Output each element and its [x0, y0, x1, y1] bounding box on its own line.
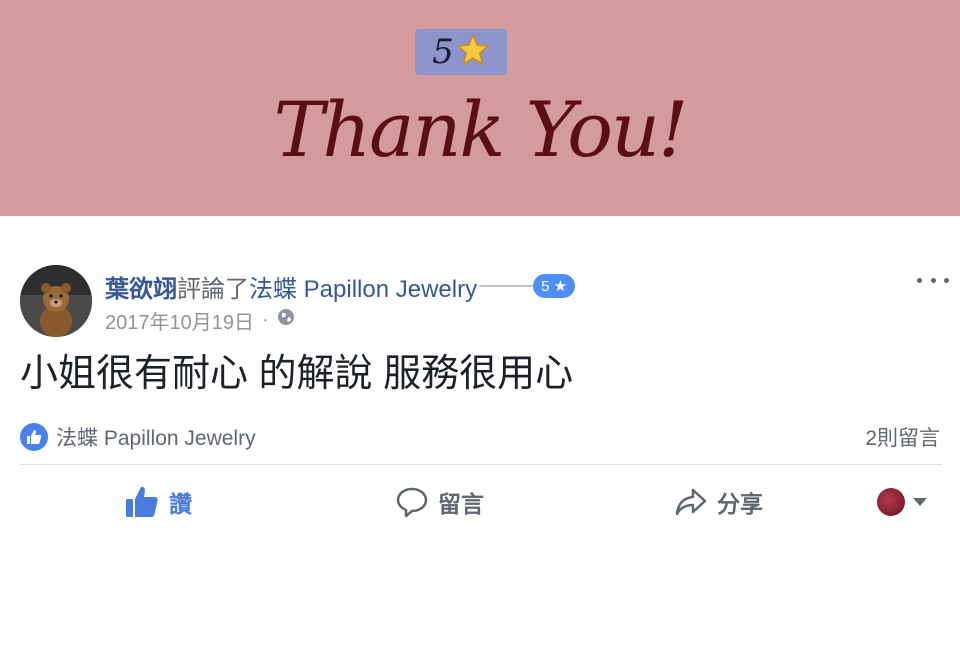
like-button[interactable]: 讚	[125, 480, 192, 524]
post-date-link[interactable]: 2017年10月19日	[105, 306, 254, 335]
thumbs-up-icon	[126, 486, 158, 517]
share-label: 分享	[717, 491, 763, 517]
reaction-summary[interactable]: 法蝶 Papillon Jewelry	[20, 421, 256, 453]
rating-connector	[479, 285, 534, 287]
comment-icon	[396, 487, 428, 518]
liked-by-name: 法蝶 Papillon Jewelry	[56, 427, 256, 450]
star-icon	[456, 32, 490, 72]
review-action-text: 評論了	[177, 275, 249, 303]
comment-button[interactable]: 留言	[396, 480, 484, 524]
caret-down-icon	[913, 498, 927, 506]
globe-icon[interactable]	[277, 308, 295, 332]
page-identity-selector[interactable]	[877, 487, 927, 517]
thumbs-up-icon	[20, 423, 48, 451]
review-card: 5 Thank You! 葉欲翊 評論了 法蝶 Papillon Jewelry…	[0, 0, 960, 655]
like-label: 讚	[169, 491, 192, 517]
meta-separator: ·	[261, 308, 269, 331]
comment-count-link[interactable]: 2則留言	[865, 421, 940, 453]
reviewer-avatar[interactable]	[20, 265, 92, 337]
dot-icon	[944, 277, 949, 283]
author-name-link[interactable]: 葉欲翊	[105, 269, 177, 304]
page-name-link[interactable]: 法蝶 Papillon Jewelry	[249, 269, 477, 304]
post-meta: 2017年10月19日 ·	[105, 306, 295, 334]
rating-badge: 5	[415, 29, 507, 75]
divider	[20, 464, 942, 465]
rating-number: 5	[432, 32, 454, 72]
page-avatar	[877, 488, 905, 516]
share-button[interactable]: 分享	[675, 480, 763, 524]
review-text: 小姐很有耐心 的解說 服務很用心	[20, 353, 574, 395]
thank-you-banner: 5 Thank You!	[0, 0, 960, 216]
thank-you-headline: Thank You!	[273, 85, 689, 174]
share-icon	[675, 488, 707, 516]
more-options-button[interactable]	[917, 268, 949, 292]
post-header: 葉欲翊 評論了 法蝶 Papillon Jewelry 5 ★	[105, 269, 576, 304]
rating-pill: 5 ★	[533, 274, 576, 298]
comment-label: 留言	[438, 491, 484, 517]
dot-icon	[930, 277, 936, 283]
dot-icon	[917, 277, 922, 283]
